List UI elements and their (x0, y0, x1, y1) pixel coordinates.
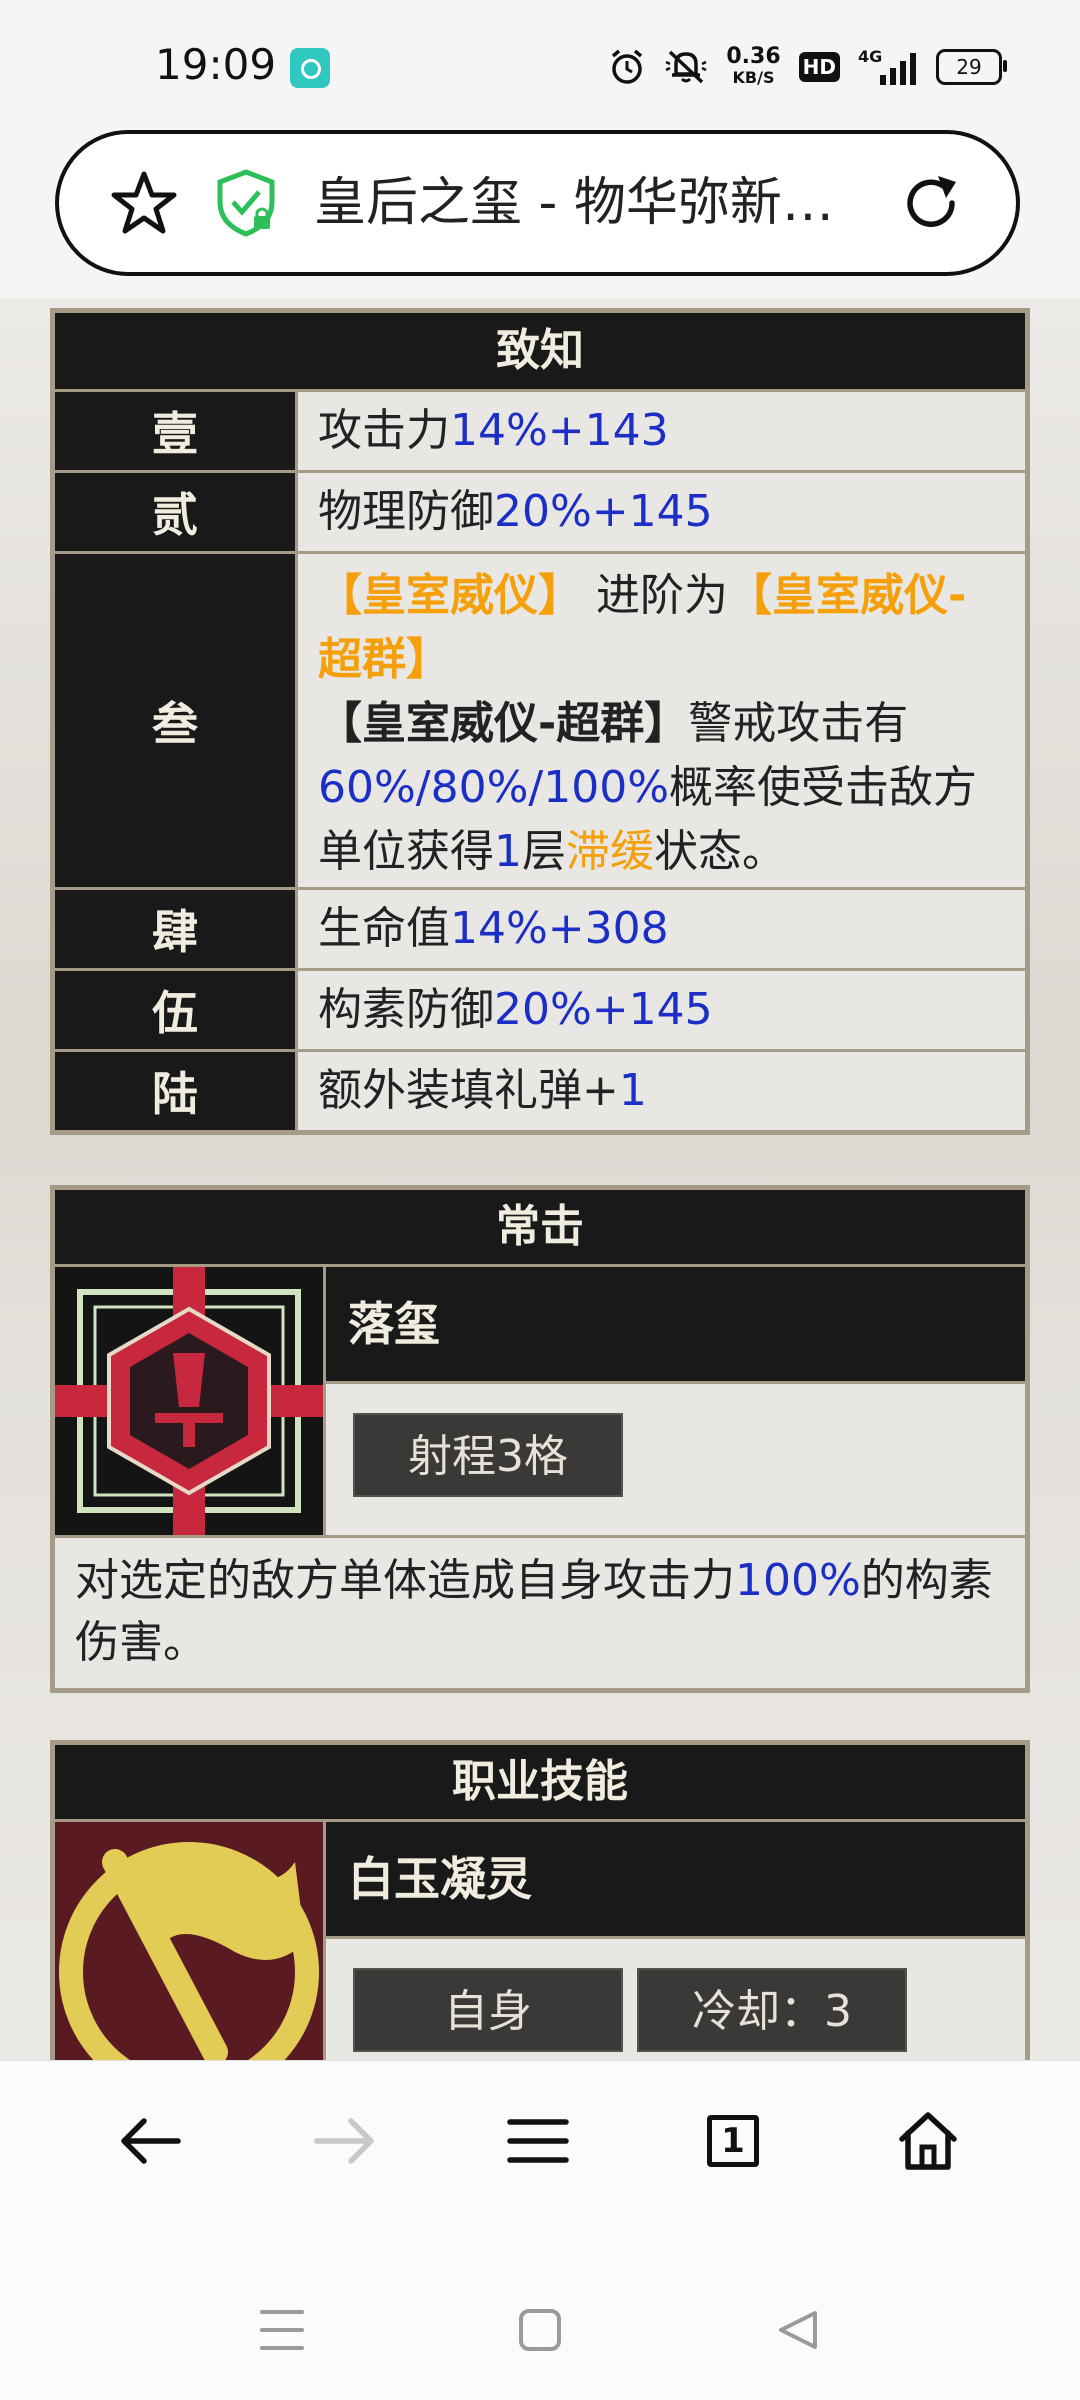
stat-value: 1 (618, 1065, 647, 1116)
back-nav-button[interactable] (768, 2300, 828, 2360)
browser-toolbar: 1 (0, 2060, 1080, 2221)
row-label: 陆 (55, 1052, 298, 1130)
table-row: 贰 物理防御 20%+145 (55, 473, 1025, 554)
stat-value: 60%/80%/100% (318, 762, 670, 813)
home-nav-button[interactable] (510, 2300, 570, 2360)
row-value: 额外装填礼弹+ 1 (298, 1052, 1025, 1130)
skill-tags: 自身 冷却：3 (326, 1939, 1025, 2059)
skill-name: 落玺 (326, 1267, 1025, 1384)
forward-arrow-icon[interactable] (313, 2116, 377, 2166)
table-row: 伍 构素防御 20%+145 (55, 971, 1025, 1052)
forward-button[interactable] (305, 2101, 385, 2181)
row-label: 伍 (55, 971, 298, 1049)
hd-icon: HD (798, 52, 840, 82)
stat-name: 构素防御 (318, 984, 494, 1035)
page-title[interactable]: 皇后之玺 - 物华弥新… (314, 168, 874, 238)
address-bar-area: 皇后之玺 - 物华弥新… (0, 130, 1080, 299)
normal-attack-card: 常击 落玺 射程3格 对选定的敌方单体造成自身攻击力100%的构素伤害。 (50, 1185, 1030, 1693)
row-label: 贰 (55, 473, 298, 551)
secure-shield-icon[interactable] (214, 168, 278, 238)
row-label: 壹 (55, 392, 298, 470)
class-skill-card: 职业技能 白玉凝灵 自身 冷却：3 (50, 1740, 1030, 2060)
table-row: 壹 攻击力 14%+143 (55, 392, 1025, 473)
reload-icon[interactable] (896, 168, 966, 238)
home-button[interactable] (888, 2101, 968, 2181)
text-segment: 层 (522, 826, 566, 877)
target-tag: 自身 (353, 1968, 623, 2052)
app-notification-icon (290, 48, 330, 88)
row-label: 肆 (55, 890, 298, 968)
stat-name: 攻击力 (318, 405, 450, 456)
network-type: 4G (858, 47, 883, 66)
stat-value: 20%+145 (494, 984, 713, 1035)
class-skill-header: 职业技能 (55, 1745, 1025, 1822)
mute-icon (665, 50, 707, 84)
back-triangle-icon[interactable] (775, 2307, 821, 2353)
tab-count: 1 (721, 2121, 745, 2161)
home-icon[interactable] (896, 2111, 960, 2171)
stat-value: 100% (735, 1555, 861, 1606)
menu-button[interactable] (498, 2101, 578, 2181)
back-button[interactable] (110, 2101, 190, 2181)
recent-apps-button[interactable] (252, 2300, 312, 2360)
row-value: 构素防御 20%+145 (298, 971, 1025, 1049)
menu-icon[interactable] (507, 2116, 569, 2166)
table-row: 肆 生命值 14%+308 (55, 890, 1025, 971)
tabs-icon[interactable]: 1 (707, 2115, 759, 2167)
bookmark-star-icon[interactable] (109, 168, 179, 238)
address-bar[interactable]: 皇后之玺 - 物华弥新… (55, 130, 1020, 276)
stat-name: 物理防御 (318, 486, 494, 537)
stat-name: 生命值 (318, 903, 450, 954)
web-content[interactable]: 致知 壹 攻击力 14%+143 贰 物理防御 20%+145 叁 【皇室威仪】 进… (0, 298, 1080, 2060)
skill-row: 落玺 射程3格 (55, 1267, 1025, 1538)
row-value: 物理防御 20%+145 (298, 473, 1025, 551)
speed-value: 0.36 (726, 44, 781, 69)
system-nav-bar (0, 2220, 1080, 2400)
normal-attack-header: 常击 (55, 1190, 1025, 1267)
stat-value: 14%+143 (450, 405, 669, 456)
status-time: 19:09 (155, 40, 277, 89)
battery-level: 29 (956, 55, 982, 79)
stat-value: 20%+145 (494, 486, 713, 537)
row-value: 攻击力 14%+143 (298, 392, 1025, 470)
signal-icon: 4G (858, 47, 918, 87)
skill-info: 落玺 射程3格 (326, 1267, 1025, 1535)
recent-apps-icon[interactable] (258, 2308, 306, 2352)
stat-value: 14%+308 (450, 903, 669, 954)
text-segment: 对选定的敌方单体造成自身攻击力 (75, 1555, 735, 1606)
skill-description: 对选定的敌方单体造成自身攻击力100%的构素伤害。 (55, 1538, 1025, 1688)
text-segment: 进阶为 (582, 570, 728, 621)
skill-name: 白玉凝灵 (326, 1822, 1025, 1939)
zhizhi-table: 致知 壹 攻击力 14%+143 贰 物理防御 20%+145 叁 【皇室威仪】 进… (50, 308, 1030, 1135)
table-row: 陆 额外装填礼弹+ 1 (55, 1052, 1025, 1130)
back-arrow-icon[interactable] (118, 2116, 182, 2166)
tabs-button[interactable]: 1 (693, 2101, 773, 2181)
skill-tags: 射程3格 (326, 1384, 1025, 1504)
stat-value: 1 (494, 826, 522, 877)
row-value: 生命值 14%+308 (298, 890, 1025, 968)
skill-info: 白玉凝灵 自身 冷却：3 (326, 1822, 1025, 2060)
status-bar: 19:09 0.36 KB/S HD 4G 29 (0, 0, 1080, 130)
cooldown-tag: 冷却：3 (637, 1968, 907, 2052)
alarm-icon (612, 49, 643, 84)
zhizhi-header: 致知 (55, 313, 1025, 392)
range-tag: 射程3格 (353, 1413, 623, 1497)
seal-skill-icon (55, 1267, 326, 1535)
home-square-icon[interactable] (517, 2307, 563, 2353)
status-ref: 滞缓 (566, 826, 654, 877)
text-segment: 警戒攻击有 (688, 698, 909, 749)
table-row: 叁 【皇室威仪】 进阶为【皇室威仪-超群】 【皇室威仪-超群】警戒攻击有60%/… (55, 554, 1025, 890)
battery-icon: 29 (936, 49, 1007, 85)
skill-ref-bold: 【皇室威仪-超群】 (318, 698, 689, 749)
speed-indicator: 0.36 KB/S (726, 46, 780, 88)
text-segment: 状态。 (654, 826, 786, 877)
skill-row: 白玉凝灵 自身 冷却：3 (55, 1822, 1025, 2060)
row-value: 【皇室威仪】 进阶为【皇室威仪-超群】 【皇室威仪-超群】警戒攻击有60%/80… (298, 554, 1025, 887)
speed-unit: KB/S (732, 68, 775, 87)
flag-skill-icon (55, 1822, 326, 2060)
stat-name: 额外装填礼弹+ (318, 1065, 619, 1116)
status-icons: 0.36 KB/S HD 4G 29 (608, 42, 1007, 92)
skill-ref: 【皇室威仪】 (318, 570, 582, 621)
row-label: 叁 (55, 554, 298, 887)
